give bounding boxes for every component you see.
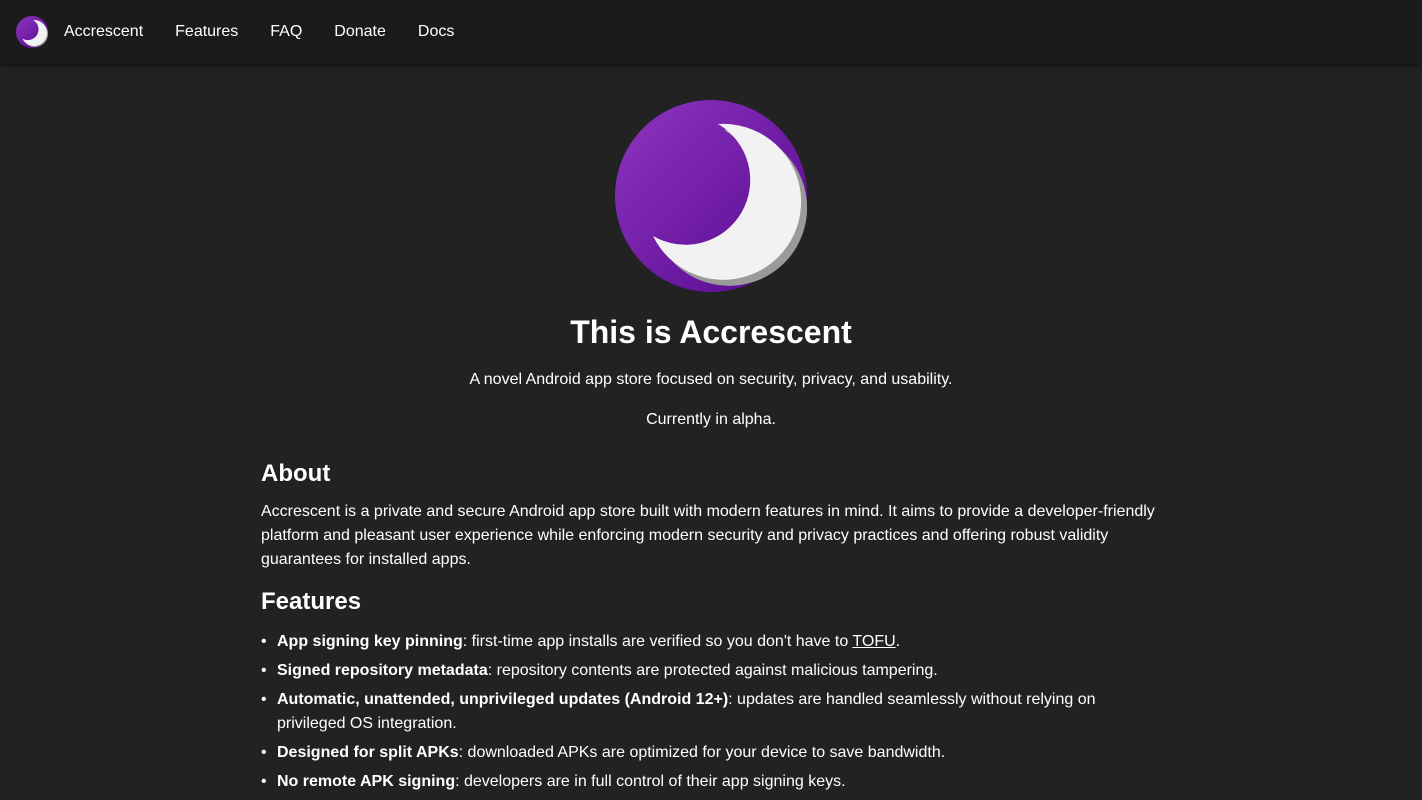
feature-separator: : bbox=[487, 662, 497, 679]
hero-section: This is Accrescent A novel Android app s… bbox=[0, 64, 1422, 430]
hero-status: Currently in alpha. bbox=[646, 411, 776, 428]
nav-link-accrescent[interactable]: Accrescent bbox=[64, 22, 143, 42]
bullet-icon: • bbox=[261, 773, 267, 790]
feature-title: Designed for split APKs bbox=[277, 744, 459, 761]
hero-tagline: A novel Android app store focused on sec… bbox=[469, 371, 953, 388]
feature-item: • Designed for split APKs: downloaded AP… bbox=[261, 741, 1161, 765]
feature-title: Signed repository metadata bbox=[277, 662, 488, 679]
main-content: About Accrescent is a private and secure… bbox=[261, 458, 1161, 799]
feature-separator: : bbox=[728, 691, 738, 708]
feature-item: • App signing key pinning: first-time ap… bbox=[261, 630, 1161, 654]
bullet-icon: • bbox=[261, 744, 267, 761]
feature-item: • Automatic, unattended, unprivileged up… bbox=[261, 688, 1161, 736]
feature-title: Automatic, unattended, unprivileged upda… bbox=[277, 691, 729, 708]
feature-item: • Signed repository metadata: repository… bbox=[261, 659, 1161, 683]
top-navigation-bar: Accrescent Features FAQ Donate Docs bbox=[0, 0, 1422, 64]
about-heading: About bbox=[261, 460, 331, 487]
feature-separator: : bbox=[455, 773, 464, 790]
feature-text: repository contents are protected agains… bbox=[496, 662, 938, 679]
feature-text: developers are in full control of their … bbox=[463, 773, 846, 790]
nav-link-docs[interactable]: Docs bbox=[418, 22, 454, 42]
feature-text-end: . bbox=[895, 633, 901, 650]
features-heading: Features bbox=[261, 588, 362, 615]
feature-separator: : bbox=[462, 633, 472, 650]
features-list: • App signing key pinning: first-time ap… bbox=[261, 630, 1161, 794]
feature-title: App signing key pinning bbox=[277, 633, 463, 650]
page-title: This is Accrescent bbox=[570, 314, 852, 350]
feature-title: No remote APK signing bbox=[277, 773, 456, 790]
feature-text: downloaded APKs are optimized for your d… bbox=[467, 744, 946, 761]
bullet-icon: • bbox=[261, 662, 267, 679]
bullet-icon: • bbox=[261, 691, 267, 708]
nav-link-features[interactable]: Features bbox=[175, 22, 238, 42]
feature-separator: : bbox=[458, 744, 468, 761]
about-paragraph: Accrescent is a private and secure Andro… bbox=[261, 503, 1155, 568]
main-nav: Accrescent Features FAQ Donate Docs bbox=[48, 22, 454, 42]
nav-link-donate[interactable]: Donate bbox=[334, 22, 386, 42]
tofu-link[interactable]: TOFU bbox=[852, 633, 895, 650]
feature-text: first-time app installs are verified so … bbox=[471, 633, 853, 650]
bullet-icon: • bbox=[261, 633, 267, 650]
crescent-moon-logo-icon[interactable] bbox=[16, 16, 48, 48]
crescent-moon-hero-icon bbox=[615, 100, 807, 292]
feature-item: • No remote APK signing: developers are … bbox=[261, 770, 1161, 794]
nav-link-faq[interactable]: FAQ bbox=[270, 22, 302, 42]
